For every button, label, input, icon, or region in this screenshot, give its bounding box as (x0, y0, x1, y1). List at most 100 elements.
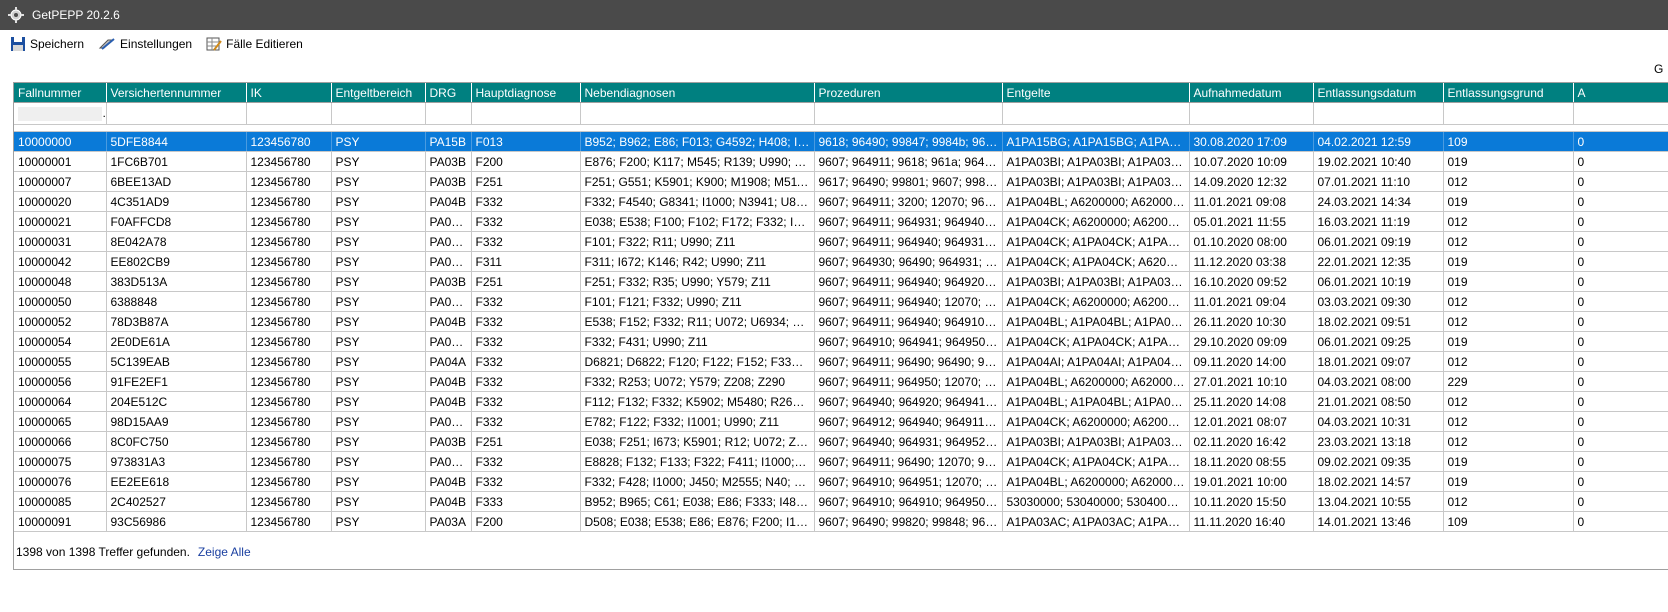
table-cell: B952; B962; E86; F013; G4592; H408; I10.… (580, 131, 815, 152)
table-cell: 123456780 (246, 251, 332, 272)
table-row[interactable]: 10000052 78D3B87A 123456780 PSY PA04B F332 E53… (14, 311, 1668, 332)
save-button[interactable]: Speichern (10, 33, 84, 55)
table-cell: 13.04.2021 10:55 (1313, 491, 1444, 512)
filter-cell[interactable] (814, 102, 1003, 125)
table-row[interactable]: 10000021 F0AFFCD8 123456780 PSY PA04C F332 E03… (14, 211, 1668, 232)
table-cell: 06.01.2021 09:25 (1313, 331, 1444, 352)
column-header[interactable]: Entgelte (1002, 83, 1190, 103)
table-row[interactable]: 10000042 EE802CB9 123456780 PSY PA04C F311 F31… (14, 251, 1668, 272)
table-cell: 0 (1573, 511, 1668, 532)
table-row[interactable]: 10000065 98D15AA9 123456780 PSY PA04C F332 E78… (14, 411, 1668, 432)
table-cell: A1PA15BG; A1PA15BG; A1PA15B... (1002, 131, 1190, 152)
filter-cell[interactable] (331, 102, 426, 125)
table-cell: 91FE2EF1 (106, 371, 247, 392)
table-cell: A1PA04CK; A6200000; A6200003... (1002, 411, 1190, 432)
table-row[interactable]: 10000091 93C56986 123456780 PSY PA03A F200 D50… (14, 511, 1668, 532)
cases-grid[interactable]: Fallnummer Versichertennummer IK Entgeltber… (13, 82, 1668, 570)
table-cell: 123456780 (246, 191, 332, 212)
filter-cell[interactable] (1189, 102, 1314, 125)
table-cell: F332 (471, 231, 581, 252)
table-cell: 9607; 964911; 96490; 96490; 96... (814, 351, 1003, 372)
table-cell: PSY (331, 431, 426, 452)
table-row[interactable]: 10000031 8E042A78 123456780 PSY PA04C F332 F10… (14, 231, 1668, 252)
table-row[interactable]: 10000056 91FE2EF1 123456780 PSY PA04B F332 F33… (14, 371, 1668, 392)
table-cell: 019 (1443, 271, 1574, 292)
column-header[interactable]: Versichertennummer (106, 83, 247, 103)
table-cell: 10000007 (14, 171, 107, 192)
table-row[interactable]: 10000085 2C402527 123456780 PSY PA04B F333 B95… (14, 491, 1668, 512)
table-cell: 9607; 964911; 96490; 12070; 96... (814, 451, 1003, 472)
table-cell: 9607; 964911; 964940; 12070; 9... (814, 291, 1003, 312)
table-cell: PSY (331, 411, 426, 432)
table-row[interactable]: 10000066 8C0FC750 123456780 PSY PA03B F251 E03… (14, 431, 1668, 452)
table-cell: 10000056 (14, 371, 107, 392)
table-row[interactable]: 10000054 2E0DE61A 123456780 PSY PA04C F332 F33… (14, 331, 1668, 352)
column-header[interactable]: Entgeltbereich (331, 83, 426, 103)
table-cell: 0 (1573, 351, 1668, 372)
filter-cell[interactable] (1002, 102, 1190, 125)
filter-fallnummer[interactable] (14, 102, 107, 125)
table-cell: A1PA03BI; A1PA03BI; A1PA03BI; A... (1002, 431, 1190, 452)
column-header[interactable]: IK (246, 83, 332, 103)
column-header[interactable]: Fallnummer (14, 83, 107, 103)
table-cell: PSY (331, 231, 426, 252)
table-cell: 012 (1443, 491, 1574, 512)
table-cell: 123456780 (246, 451, 332, 472)
table-row[interactable]: 10000020 4C351AD9 123456780 PSY PA04B F332 F33… (14, 191, 1668, 212)
table-row[interactable]: 10000064 204E512C 123456780 PSY PA04B F332 F11… (14, 391, 1668, 412)
table-cell: F200 (471, 511, 581, 532)
column-header[interactable]: Entlassungsgrund (1443, 83, 1574, 103)
table-cell: PA04A (425, 351, 472, 372)
table-row[interactable]: 10000076 EE2EE618 123456780 PSY PA04B F332 F33… (14, 471, 1668, 492)
table-cell: 5C139EAB (106, 351, 247, 372)
table-cell: B952; B965; C61; E038; E86; F333; I480; … (580, 491, 815, 512)
edit-cases-button[interactable]: Fälle Editieren (206, 33, 303, 55)
table-cell: F332 (471, 411, 581, 432)
filter-cell[interactable] (106, 102, 247, 125)
table-cell: A1PA04BL; A6200000; A6200003;... (1002, 191, 1190, 212)
filter-cell[interactable] (425, 102, 472, 125)
filter-cell[interactable] (580, 102, 815, 125)
table-cell: EE2EE618 (106, 471, 247, 492)
table-cell: 012 (1443, 311, 1574, 332)
table-cell: PA04B (425, 391, 472, 412)
table-cell: 9607; 96490; 99820; 99848; 961... (814, 511, 1003, 532)
filter-cell[interactable] (1313, 102, 1444, 125)
table-cell: 10000000 (14, 131, 107, 152)
edit-cases-label: Fälle Editieren (226, 37, 303, 51)
column-header[interactable]: DRG (425, 83, 472, 103)
column-header[interactable]: Prozeduren (814, 83, 1003, 103)
table-cell: 9607; 964910; 964951; 12070; 9... (814, 471, 1003, 492)
table-cell: PA03B (425, 171, 472, 192)
table-cell: PSY (331, 371, 426, 392)
table-cell: 019 (1443, 471, 1574, 492)
table-row[interactable]: 10000048 383D513A 123456780 PSY PA03B F251 F25… (14, 271, 1668, 292)
table-cell: 0 (1573, 471, 1668, 492)
settings-button[interactable]: Einstellungen (98, 33, 192, 55)
column-header[interactable]: Nebendiagnosen (580, 83, 815, 103)
status-bar: 1398 von 1398 Treffer gefunden. Zeige Al… (16, 545, 251, 559)
table-row[interactable]: 10000001 1FC6B701 123456780 PSY PA03B F200 E87… (14, 151, 1668, 172)
table-cell: E038; E538; F100; F102; F172; F332; I100… (580, 211, 815, 232)
table-cell: F332; F4540; G8341; I1000; N3941; U800..… (580, 191, 815, 212)
table-cell: 10000065 (14, 411, 107, 432)
table-row[interactable]: 10000007 6BEE13AD 123456780 PSY PA03B F251 F25… (14, 171, 1668, 192)
table-row[interactable]: 10000050 6388848 123456780 PSY PA04C F332 F101… (14, 291, 1668, 312)
column-header[interactable]: Entlassungsdatum (1313, 83, 1444, 103)
filter-cell[interactable] (471, 102, 581, 125)
column-header[interactable]: Hauptdiagnose (471, 83, 581, 103)
table-cell: 019 (1443, 331, 1574, 352)
table-cell: PA04C (425, 231, 472, 252)
table-row[interactable]: 10000055 5C139EAB 123456780 PSY PA04A F332 D68… (14, 351, 1668, 372)
table-cell: A1PA04BL; A1PA04BL; A1PA04BL... (1002, 391, 1190, 412)
column-header[interactable]: Aufnahmedatum (1189, 83, 1314, 103)
filter-cell[interactable] (1573, 102, 1668, 125)
table-row[interactable]: 10000000 5DFE8844 123456780 PSY PA15B F013 B95… (14, 131, 1668, 152)
column-header[interactable]: A (1573, 83, 1668, 103)
table-cell: PA04C (425, 451, 472, 472)
table-row[interactable]: 10000075 973831A3 123456780 PSY PA04C F332 E88… (14, 451, 1668, 472)
table-cell: PSY (331, 351, 426, 372)
show-all-link[interactable]: Zeige Alle (198, 545, 251, 559)
filter-cell[interactable] (1443, 102, 1574, 125)
filter-cell[interactable] (246, 102, 332, 125)
